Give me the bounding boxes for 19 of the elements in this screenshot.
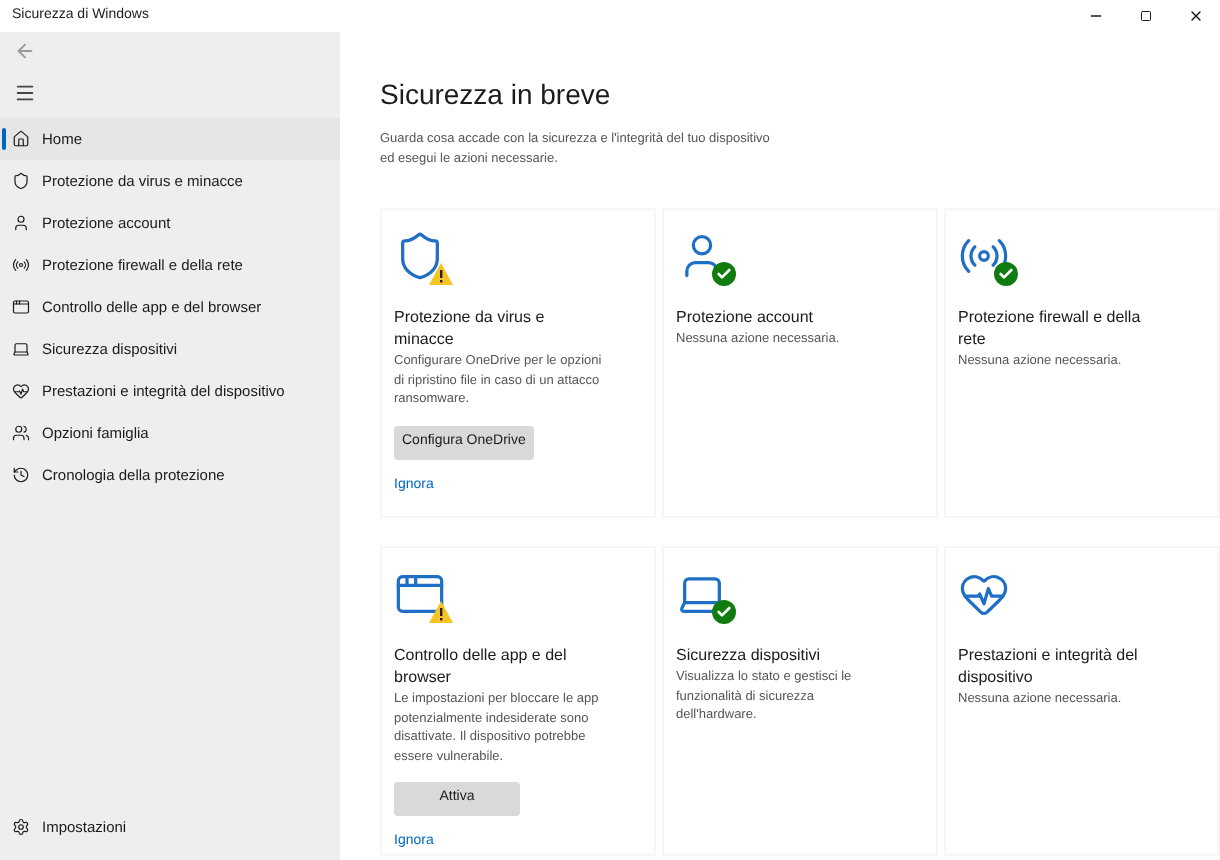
maximize-icon <box>1139 10 1151 22</box>
page-title: Sicurezza in breve <box>380 76 613 112</box>
person-icon <box>12 214 30 232</box>
app-window-icon <box>12 298 30 316</box>
close-icon <box>1187 8 1203 24</box>
card-title: Prestazioni e integrità del dispositivo <box>958 644 1140 688</box>
card-title: Controllo delle app e del browser <box>394 644 569 688</box>
home-icon <box>12 130 30 148</box>
people-icon <box>12 424 30 442</box>
card-title: Protezione da virus e minacce <box>394 306 547 350</box>
card-title: Protezione firewall e della rete <box>958 306 1143 350</box>
heart-pulse-icon <box>12 382 30 400</box>
history-icon <box>12 466 30 484</box>
card-title: Protezione account <box>676 306 813 328</box>
shield-icon <box>12 172 30 190</box>
settings-icon <box>12 818 30 836</box>
antenna-icon <box>12 256 30 274</box>
card-title: Sicurezza dispositivi <box>676 644 821 666</box>
laptop-icon <box>12 340 30 358</box>
